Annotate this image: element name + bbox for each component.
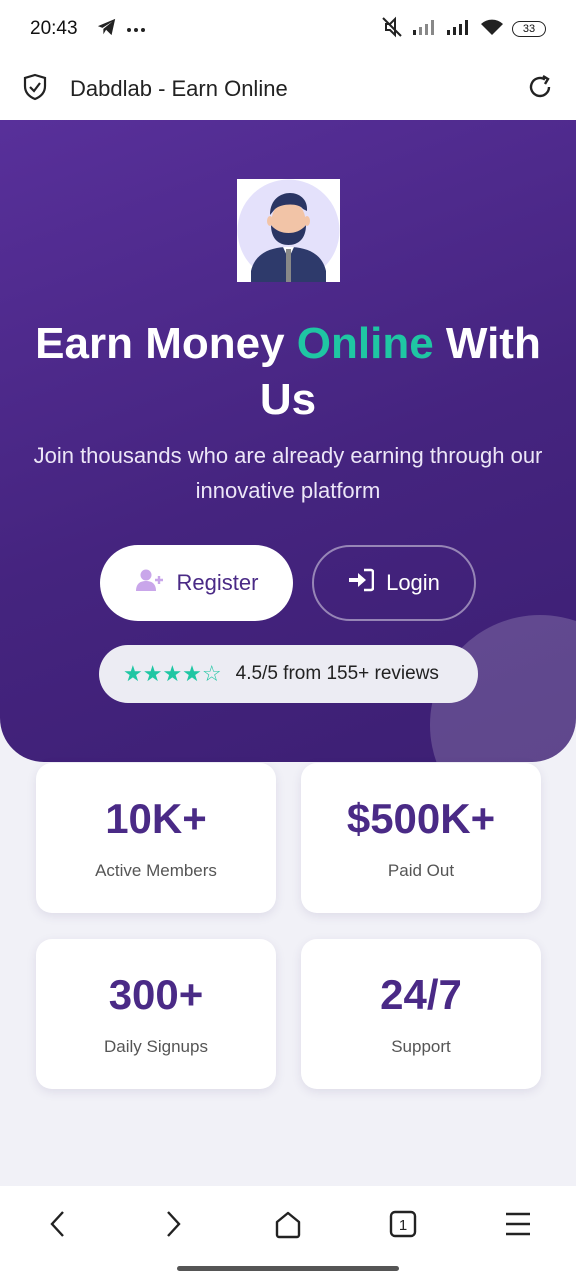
tab-count: 1: [399, 1217, 407, 1234]
reload-icon[interactable]: [526, 73, 554, 106]
back-icon[interactable]: [38, 1204, 78, 1244]
stat-value: 300+: [108, 971, 204, 1018]
avatar: [237, 179, 340, 282]
menu-icon[interactable]: [498, 1204, 538, 1244]
register-label: Register: [176, 570, 259, 595]
forward-icon[interactable]: [153, 1204, 193, 1244]
telegram-icon: [96, 17, 118, 42]
reviews-text: 4.5/5 from 155+ reviews: [235, 663, 439, 684]
stat-card-members: 10K+ Active Members: [36, 763, 276, 913]
signal-icon: [446, 18, 472, 41]
sign-in-icon: [348, 568, 375, 598]
stat-label: Support: [391, 1037, 451, 1056]
hero-title: Earn Money Online With Us: [20, 316, 556, 428]
stat-label: Active Members: [95, 861, 217, 880]
home-icon[interactable]: [268, 1204, 308, 1244]
hero-title-accent: Online: [296, 319, 434, 368]
signal-icon: [412, 18, 438, 41]
stat-card-signups: 300+ Daily Signups: [36, 939, 276, 1089]
browser-bar: Dabdlab - Earn Online: [0, 58, 576, 120]
status-time: 20:43: [30, 18, 78, 39]
register-button[interactable]: Register: [100, 545, 293, 621]
rating-stars: ★★★★☆: [123, 661, 222, 686]
mute-icon: [380, 16, 404, 43]
stat-value: 10K+: [105, 795, 207, 842]
wifi-icon: [480, 18, 504, 41]
shield-check-icon[interactable]: [22, 73, 48, 106]
stat-value: 24/7: [380, 971, 462, 1018]
hero-subtitle: Join thousands who are already earning t…: [33, 443, 543, 503]
tabs-icon[interactable]: 1: [383, 1204, 423, 1244]
stat-value: $500K+: [346, 795, 496, 842]
status-right: 33: [380, 16, 546, 43]
hero-title-part1: Earn Money: [35, 319, 297, 368]
hero-section: Earn Money Online With Us Join thousands…: [0, 120, 576, 762]
stat-label: Daily Signups: [104, 1037, 208, 1056]
page-title: Dabdlab - Earn Online: [70, 76, 288, 101]
user-plus-icon: [135, 568, 165, 598]
status-left: 20:43: [30, 17, 146, 42]
status-bar: 20:43 33: [0, 0, 576, 58]
battery-icon: 33: [512, 21, 546, 37]
stat-card-paid-out: $500K+ Paid Out: [301, 763, 541, 913]
stat-label: Paid Out: [387, 861, 455, 880]
login-button[interactable]: Login: [312, 545, 476, 621]
reviews-badge: ★★★★☆ 4.5/5 from 155+ reviews: [99, 645, 478, 703]
login-label: Login: [386, 570, 440, 595]
more-dots-icon: [126, 20, 146, 38]
stat-card-support: 24/7 Support: [301, 939, 541, 1089]
gesture-bar[interactable]: [177, 1266, 399, 1271]
